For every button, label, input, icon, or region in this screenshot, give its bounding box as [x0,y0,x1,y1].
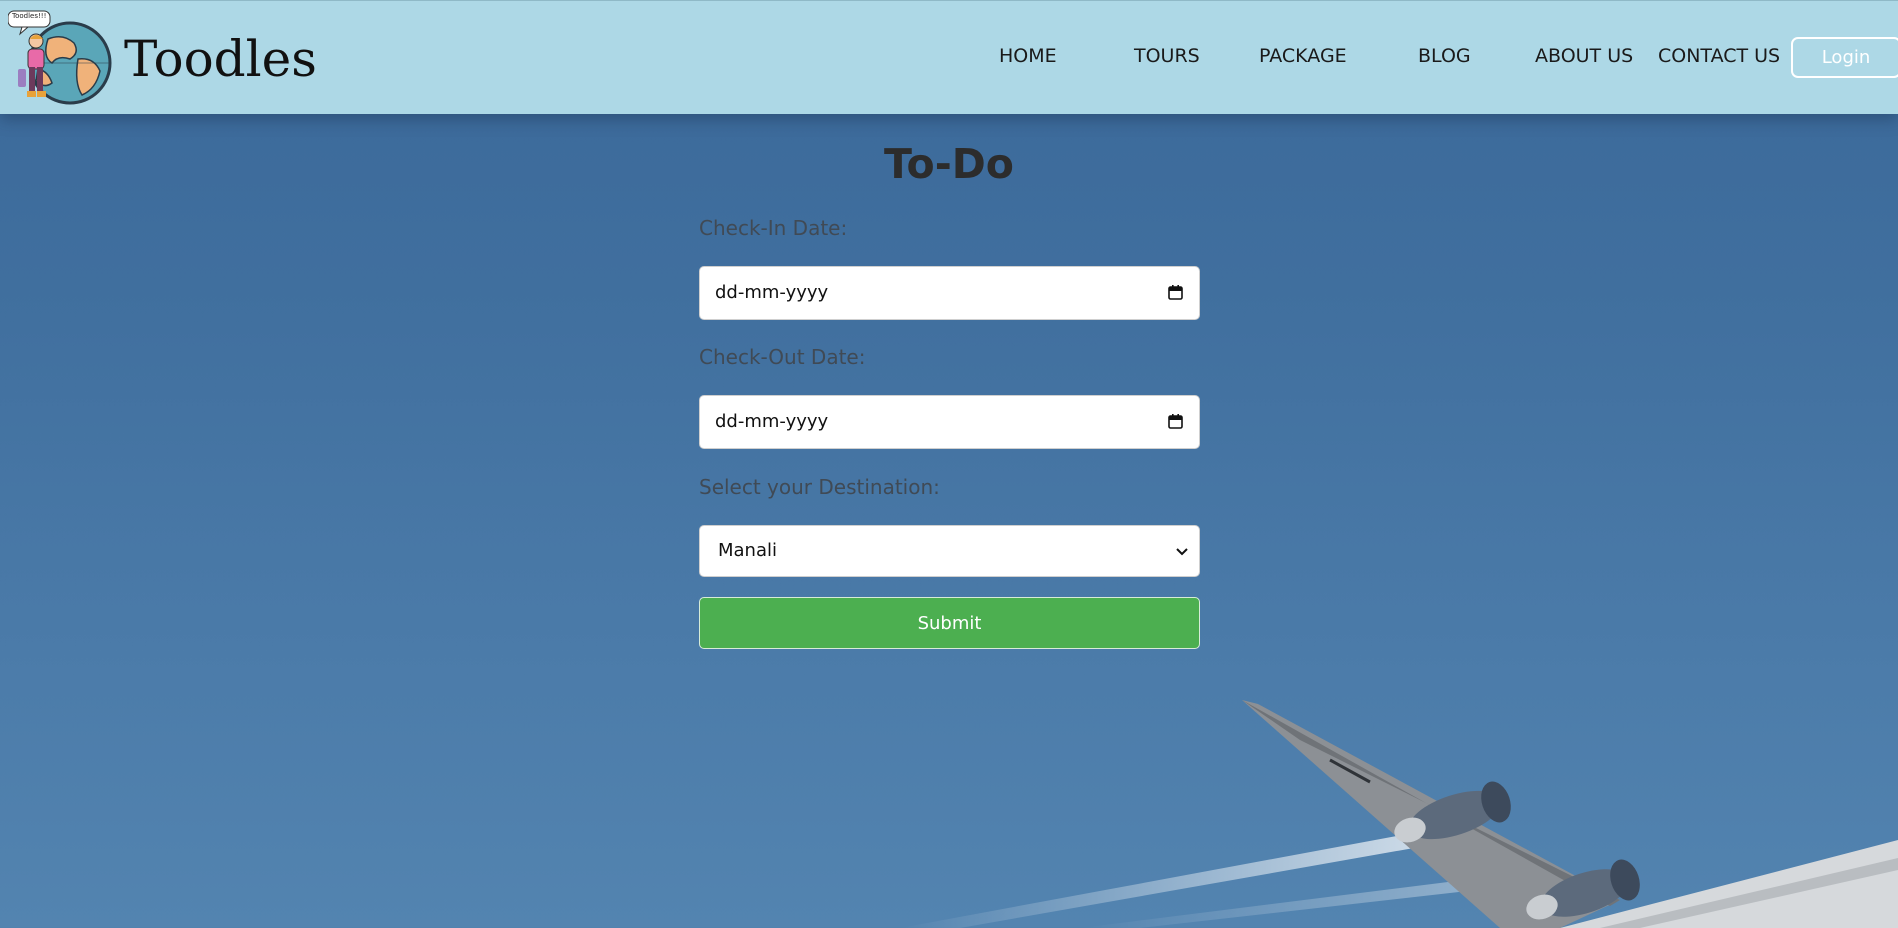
logo[interactable]: Toodles!!! [7,9,118,107]
destination-select[interactable]: Manali [699,525,1200,577]
chevron-down-icon [1176,548,1188,556]
page-title: To-Do [884,140,1014,188]
checkin-date-input[interactable]: dd-mm-yyyy [699,266,1200,320]
submit-button[interactable]: Submit [699,597,1200,649]
logo-bubble-text: Toodles!!! [12,12,47,20]
destination-label: Select your Destination: [699,475,940,499]
site-header: Toodles!!! Toodles HOME TOURS PACKAGE BL… [0,0,1898,114]
checkin-date-value: dd-mm-yyyy [715,282,829,303]
nav-package[interactable]: PACKAGE [1259,45,1347,67]
checkout-label: Check-Out Date: [699,345,866,369]
nav-about-us[interactable]: ABOUT US [1535,45,1633,67]
globe-logo-icon [7,10,112,105]
nav-contact-us[interactable]: CONTACT US [1658,45,1780,67]
destination-selected-value: Manali [718,540,778,561]
login-button[interactable]: Login [1791,37,1898,78]
calendar-icon[interactable] [1168,414,1183,429]
checkout-date-value: dd-mm-yyyy [715,411,829,432]
brand-name[interactable]: Toodles [124,25,317,93]
nav-tours[interactable]: TOURS [1134,45,1200,67]
checkin-label: Check-In Date: [699,216,848,240]
checkout-date-input[interactable]: dd-mm-yyyy [699,395,1200,449]
nav-home[interactable]: HOME [999,45,1057,67]
calendar-icon[interactable] [1168,285,1183,300]
nav-blog[interactable]: BLOG [1418,45,1471,67]
